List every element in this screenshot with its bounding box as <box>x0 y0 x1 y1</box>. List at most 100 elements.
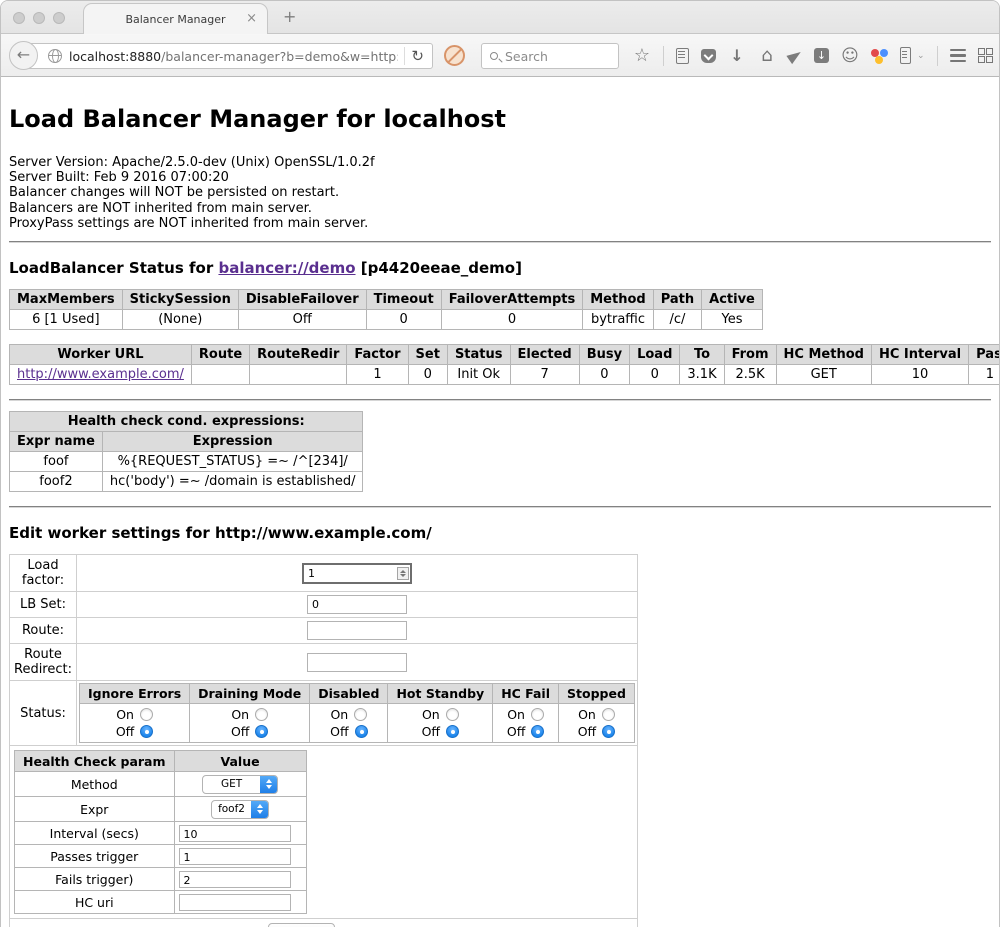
off-label: Off <box>507 723 525 740</box>
maximize-window-button[interactable] <box>53 12 65 24</box>
bookmark-star-icon[interactable]: ☆ <box>633 47 651 65</box>
divider <box>9 506 991 508</box>
url-text[interactable]: localhost:8880/balancer-manager?b=demo&w… <box>69 49 398 64</box>
cell-expr-name-foof2: foof2 <box>10 472 103 492</box>
back-button[interactable]: ← <box>9 41 38 70</box>
on-label: On <box>578 706 596 723</box>
route-redirect-input[interactable] <box>307 653 407 672</box>
draining-mode-off-radio[interactable] <box>255 725 268 738</box>
lb-set-input[interactable]: 0 <box>307 595 407 614</box>
tab-bar: Balancer Manager × + <box>1 1 999 34</box>
heading-suffix: [p4420eeae_demo] <box>356 259 522 277</box>
tab-groups-icon[interactable] <box>978 48 993 63</box>
stopped-off-radio[interactable] <box>602 725 615 738</box>
method-label: Method <box>15 772 175 797</box>
col-draining-mode: Draining Mode <box>190 684 310 704</box>
col-ignore-errors: Ignore Errors <box>80 684 190 704</box>
downloads-icon[interactable]: ↓ <box>728 47 746 65</box>
status-cell-hot-standby: On Off <box>388 704 493 743</box>
method-select[interactable]: GET <box>202 775 278 794</box>
cell-method: bytraffic <box>583 310 653 330</box>
cell-busy: 0 <box>579 365 629 385</box>
expr-row: foof %{REQUEST_STATUS} =~ /^[234]/ <box>10 452 363 472</box>
worker-table: Worker URL Route RouteRedir Factor Set S… <box>9 344 1000 385</box>
new-tab-button[interactable]: + <box>283 9 296 25</box>
url-bar[interactable]: localhost:8880/balancer-manager?b=demo&w… <box>25 43 433 69</box>
save-page-icon[interactable]: ↓ <box>814 48 829 63</box>
minimize-window-button[interactable] <box>33 12 45 24</box>
hot-standby-off-radio[interactable] <box>446 725 459 738</box>
interval-input[interactable]: 10 <box>179 825 291 842</box>
off-label: Off <box>231 723 249 740</box>
home-icon[interactable]: ⌂ <box>758 47 776 65</box>
number-stepper-icon[interactable] <box>397 567 409 580</box>
pocket-icon[interactable] <box>701 49 716 63</box>
toolbar-divider-2 <box>937 46 938 66</box>
page-content: Load Balancer Manager for localhost Serv… <box>1 78 999 927</box>
cell-disablefailover: Off <box>238 310 366 330</box>
draining-mode-on-radio[interactable] <box>255 708 268 721</box>
cell-from: 2.5K <box>724 365 776 385</box>
hot-standby-on-radio[interactable] <box>446 708 459 721</box>
expr-table-title: Health check cond. expressions: <box>10 412 363 432</box>
hc-row-fails: Fails trigger) 2 <box>15 868 307 891</box>
cell-route <box>191 365 249 385</box>
hc-fail-off-radio[interactable] <box>531 725 544 738</box>
send-tab-icon[interactable] <box>786 47 803 63</box>
on-label: On <box>422 706 440 723</box>
submit-button[interactable]: Submit <box>268 923 335 927</box>
col-stickysession: StickySession <box>122 290 238 310</box>
cell-maxmembers: 6 [1 Used] <box>10 310 123 330</box>
reload-button[interactable]: ↻ <box>411 47 432 65</box>
window-controls[interactable] <box>13 12 65 24</box>
menu-icon[interactable] <box>950 49 966 63</box>
hc-uri-input[interactable] <box>179 894 291 911</box>
disabled-on-radio[interactable] <box>354 708 367 721</box>
expr-select[interactable]: foof2 <box>211 800 269 819</box>
url-domain: localhost:8880 <box>69 49 161 64</box>
col-method: Method <box>583 290 653 310</box>
cell-status: Init Ok <box>447 365 510 385</box>
fails-input[interactable]: 2 <box>179 871 291 888</box>
worker-url-link[interactable]: http://www.example.com/ <box>17 367 184 382</box>
feedback-smiley-icon[interactable]: ☺ <box>841 47 859 65</box>
status-label: Status: <box>10 681 77 746</box>
col-active: Active <box>702 290 763 310</box>
route-input[interactable] <box>307 621 407 640</box>
col-set: Set <box>408 345 447 365</box>
passes-label: Passes trigger <box>15 845 175 868</box>
fails-label: Fails trigger) <box>15 868 175 891</box>
close-window-button[interactable] <box>13 12 25 24</box>
off-label: Off <box>422 723 440 740</box>
navigation-toolbar: ← localhost:8880/balancer-manager?b=demo… <box>1 34 999 77</box>
hc-fail-on-radio[interactable] <box>531 708 544 721</box>
col-disablefailover: DisableFailover <box>238 290 366 310</box>
chevron-down-icon[interactable]: ⌄ <box>917 51 925 61</box>
ignore-errors-on-radio[interactable] <box>140 708 153 721</box>
passes-input[interactable]: 1 <box>179 848 291 865</box>
tab-balancer-manager[interactable]: Balancer Manager × <box>83 3 268 34</box>
cell-factor: 1 <box>347 365 408 385</box>
content-blocked-icon[interactable] <box>444 45 465 66</box>
route-label: Route: <box>10 618 77 644</box>
tab-title: Balancer Manager <box>125 13 225 26</box>
reading-list-icon[interactable] <box>676 48 689 64</box>
search-placeholder: Search <box>505 49 548 64</box>
hc-uri-label: HC uri <box>15 891 175 914</box>
search-bar[interactable]: Search <box>481 43 619 69</box>
status-cell-ignore-errors: On Off <box>80 704 190 743</box>
expr-label: Expr <box>15 797 175 822</box>
load-factor-input[interactable]: 1 <box>302 563 412 584</box>
cell-hc-interval: 10 <box>871 365 968 385</box>
balancer-link[interactable]: balancer://demo <box>218 259 355 277</box>
tab-close-icon[interactable]: × <box>246 12 257 25</box>
ignore-errors-off-radio[interactable] <box>140 725 153 738</box>
worker-row: http://www.example.com/ 1 0 Init Ok 7 0 … <box>10 365 1000 385</box>
stopped-on-radio[interactable] <box>602 708 615 721</box>
disabled-off-radio[interactable] <box>355 725 368 738</box>
clipboard-extension-icon[interactable] <box>900 47 911 64</box>
col-expr-name: Expr name <box>10 432 103 452</box>
off-label: Off <box>578 723 596 740</box>
extension-dots-icon[interactable] <box>871 47 888 64</box>
col-hot-standby: Hot Standby <box>388 684 493 704</box>
